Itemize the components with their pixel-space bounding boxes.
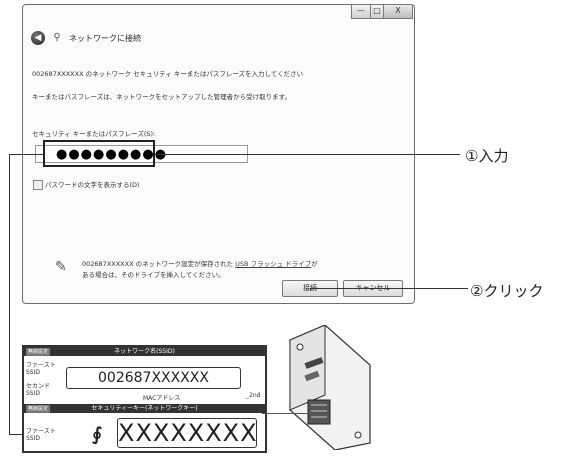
first-ssid-label-2: ファースト SSID	[26, 428, 56, 442]
instruction-line-1: 002687XXXXXX のネットワーク セキュリティ キーまたはパスフレーズを…	[32, 70, 304, 78]
bracket-top	[9, 154, 44, 155]
show-characters-label: パスワードの文字を表示する(D)	[45, 181, 140, 189]
usb-hint-line-2: ある場合は、そのドライブを挿入してください。	[82, 271, 225, 279]
input-highlight-frame	[43, 140, 155, 167]
ssid-value: 002687XXXXXX	[66, 367, 241, 389]
second-ssid-label: セカンド SSID	[26, 383, 51, 397]
sticker-pointer-line	[262, 413, 310, 414]
network-name-header: ネットワーク名(SSID)	[24, 347, 265, 356]
mac-address-label: MACアドレス	[143, 395, 181, 402]
wireless-settings-tag: 無線設定	[26, 348, 51, 356]
callout-step1: ①入力	[465, 147, 509, 165]
security-key-value: XXXXXXXX	[117, 418, 258, 448]
usb-flash-drive-link[interactable]: USB フラッシュ ドライブ	[235, 260, 311, 268]
first-ssid-label: ファースト SSID	[26, 362, 56, 376]
dialog-titlebar: ◀ ⚲ ネットワークに接続	[31, 29, 141, 47]
security-key-label: セキュリティ キーまたはパスフレーズ(S):	[32, 130, 156, 138]
bracket-vertical	[9, 154, 10, 434]
instruction-line-2: キーまたはパスフレーズは、ネットワークをセットアップした管理者から受け取ります。	[32, 93, 292, 101]
wps-logo-icon: ∮	[92, 424, 103, 445]
router-device-icon	[289, 325, 371, 450]
usb-hint-line-1: 002687XXXXXX のネットワーク設定が保存された USB フラッシュ ド…	[82, 260, 318, 268]
maximize-button[interactable]: □	[370, 4, 384, 19]
callout-step2: ②クリック	[470, 282, 544, 300]
network-icon: ⚲	[53, 32, 61, 43]
close-button[interactable]: X	[383, 4, 413, 19]
minimize-button[interactable]: —	[351, 4, 371, 19]
second-ssid-suffix: _2nd	[246, 392, 261, 399]
back-arrow-icon[interactable]: ◀	[31, 31, 45, 45]
show-characters-checkbox[interactable]	[33, 180, 43, 190]
usb-drive-icon: ✎	[55, 259, 67, 275]
callout-line-click	[310, 288, 468, 289]
dialog-title: ネットワークに接続	[69, 33, 141, 43]
wireless-settings-tag-2: 無線設定	[26, 405, 51, 413]
callout-line-input	[155, 154, 460, 155]
security-key-header: セキュリティーキー(ネットワークキー)	[24, 404, 265, 413]
